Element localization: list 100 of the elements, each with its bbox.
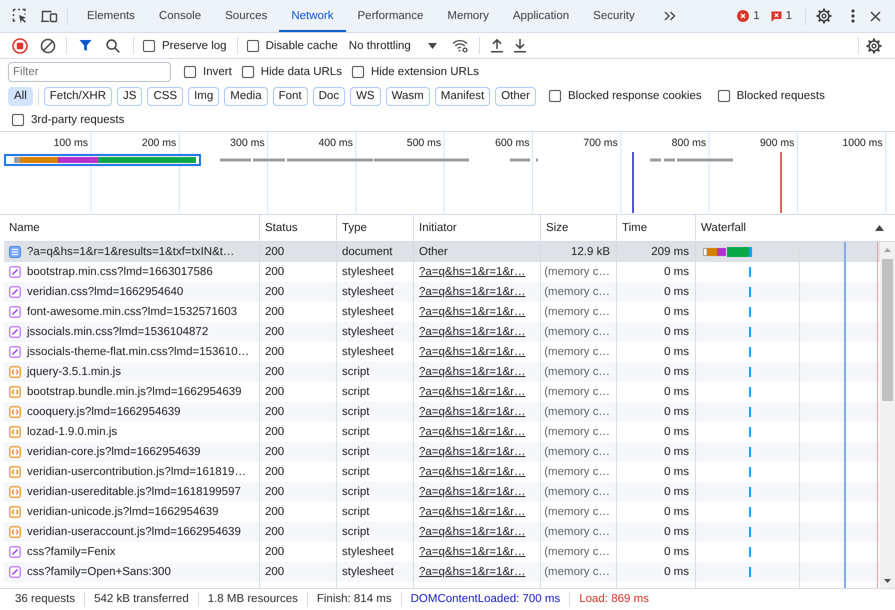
initiator-link[interactable]: ?a=q&hs=1&r=1&r… [419, 346, 526, 358]
request-row[interactable]: jquery-3.5.1.min.js 200 script ?a=q&hs=1&r=1&r… (memory c… 0 ms [4, 362, 880, 382]
column-header[interactable]: Size [546, 222, 568, 234]
settings-icon[interactable] [866, 38, 882, 54]
column-header[interactable]: Status [265, 222, 298, 234]
panel-tab[interactable]: Network [279, 0, 346, 32]
request-name[interactable]: veridian-useraccount.js?lmd=1662954639 [27, 526, 241, 538]
disable-cache-label[interactable]: Disable cache [266, 40, 338, 52]
request-row[interactable]: ?a=q&hs=1&r=1&results=1&txf=txIN&t… 200 document Other 12.9 kB 209 ms [4, 242, 880, 262]
panel-tab[interactable]: Console [146, 0, 214, 32]
filter-option-checkbox[interactable] [352, 66, 364, 78]
type-filter-chip[interactable]: JS [117, 86, 142, 106]
search-icon[interactable] [106, 38, 120, 52]
preserve-log-label[interactable]: Preserve log [162, 40, 227, 52]
column-header[interactable]: Initiator [419, 222, 457, 234]
scroll-down-icon[interactable] [884, 578, 891, 582]
request-name[interactable]: css?family=Open+Sans:300 [27, 566, 171, 578]
dashed-box-cursor-icon[interactable] [12, 8, 28, 24]
request-name[interactable]: cooquery.js?lmd=1662954639 [27, 406, 181, 418]
devices-icon[interactable] [40, 8, 58, 24]
request-row[interactable]: veridian-useraccount.js?lmd=1662954639 200 script ?a=q&hs=1&r=1&r… (memory c… 0 ms [4, 522, 880, 542]
column-header[interactable]: Name [9, 222, 40, 234]
initiator-link[interactable]: ?a=q&hs=1&r=1&r… [419, 526, 526, 538]
initiator-link[interactable]: ?a=q&hs=1&r=1&r… [419, 326, 526, 338]
type-filter-chip[interactable]: Fetch/XHR [44, 86, 112, 106]
request-name[interactable]: jssocials-theme-flat.min.css?lmd=153610… [27, 346, 250, 358]
request-row[interactable]: veridian-core.js?lmd=1662954639 200 script ?a=q&hs=1&r=1&r… (memory c… 0 ms [4, 442, 880, 462]
request-name[interactable]: lozad-1.9.0.min.js [27, 426, 118, 438]
column-header[interactable]: Waterfall [701, 222, 746, 234]
panel-tab[interactable]: Elements [75, 0, 147, 32]
request-option-label[interactable]: Blocked requests [736, 90, 825, 102]
request-name[interactable]: ?a=q&hs=1&r=1&results=1&txf=txIN&t… [27, 246, 234, 258]
initiator-link[interactable]: ?a=q&hs=1&r=1&r… [419, 266, 526, 278]
initiator-link[interactable]: ?a=q&hs=1&r=1&r… [419, 546, 526, 558]
filter-option-checkbox[interactable] [242, 66, 254, 78]
issue-count-button[interactable]: 1 [770, 10, 792, 22]
request-name[interactable]: jquery-3.5.1.min.js [27, 366, 121, 378]
type-filter-chip[interactable]: Other [495, 86, 536, 106]
request-row[interactable]: cooquery.js?lmd=1662954639 200 script ?a=q&hs=1&r=1&r… (memory c… 0 ms [4, 402, 880, 422]
type-filter-chip[interactable]: WS [350, 86, 381, 106]
settings-icon[interactable] [816, 8, 832, 24]
request-row[interactable]: veridian-usereditable.js?lmd=1618199597 200 script ?a=q&hs=1&r=1&r… (memory c… 0 ms [4, 482, 880, 502]
request-row[interactable]: veridian.css?lmd=1662954640 200 stylesheet ?a=q&hs=1&r=1&r… (memory c… 0 ms [4, 282, 880, 302]
type-filter-chip[interactable]: Wasm [386, 86, 430, 106]
type-filter-chip[interactable]: Manifest [434, 86, 490, 106]
filter-option-checkbox[interactable] [184, 66, 196, 78]
request-name[interactable]: veridian-usercontribution.js?lmd=161819… [27, 466, 246, 478]
request-name[interactable]: veridian-usereditable.js?lmd=1618199597 [27, 486, 241, 498]
download-icon[interactable] [512, 38, 527, 53]
request-option-label[interactable]: Blocked response cookies [568, 90, 702, 102]
request-name[interactable]: font-awesome.min.css?lmd=1532571603 [27, 306, 237, 318]
filter-option-label[interactable]: Invert [203, 66, 232, 78]
filter-input[interactable]: Filter [8, 62, 171, 82]
third-party-label[interactable]: 3rd-party requests [31, 114, 124, 126]
sort-ascending-icon[interactable] [875, 225, 884, 231]
column-header[interactable]: Time [622, 222, 648, 234]
throttling-dropdown[interactable]: No throttling [348, 40, 437, 52]
upload-icon[interactable] [490, 38, 504, 53]
type-filter-chip[interactable]: Font [272, 86, 308, 106]
filter-icon[interactable] [79, 39, 92, 52]
panel-tab[interactable]: Sources [213, 0, 280, 32]
request-name[interactable]: bootstrap.min.css?lmd=1663017586 [27, 266, 213, 278]
filter-option-label[interactable]: Hide data URLs [260, 66, 342, 78]
scrollbar-thumb[interactable] [882, 259, 893, 401]
filter-option-label[interactable]: Hide extension URLs [370, 66, 479, 78]
initiator-link[interactable]: ?a=q&hs=1&r=1&r… [419, 486, 526, 498]
request-name[interactable]: bootstrap.bundle.min.js?lmd=1662954639 [27, 386, 242, 398]
type-filter-chip[interactable]: Media [224, 86, 268, 106]
request-name[interactable]: jssocials.min.css?lmd=1536104872 [27, 326, 208, 338]
request-row[interactable]: jssocials.min.css?lmd=1536104872 200 stylesheet ?a=q&hs=1&r=1&r… (memory c… 0 ms [4, 322, 880, 342]
initiator-link[interactable]: ?a=q&hs=1&r=1&r… [419, 566, 526, 578]
initiator-link[interactable]: ?a=q&hs=1&r=1&r… [419, 466, 526, 478]
type-filter-chip[interactable]: CSS [147, 86, 184, 106]
request-name[interactable]: veridian-core.js?lmd=1662954639 [27, 446, 201, 458]
panel-tab[interactable]: Memory [435, 0, 501, 32]
type-filter-chip[interactable]: Img [188, 86, 220, 106]
initiator-link[interactable]: ?a=q&hs=1&r=1&r… [419, 286, 526, 298]
panel-tab[interactable]: Performance [346, 0, 436, 32]
third-party-checkbox[interactable] [12, 114, 24, 126]
preserve-log-checkbox[interactable] [143, 40, 155, 52]
clear-icon[interactable] [40, 38, 56, 54]
initiator-link[interactable]: ?a=q&hs=1&r=1&r… [419, 446, 526, 458]
type-filter-chip[interactable]: Doc [312, 86, 346, 106]
initiator-link[interactable]: ?a=q&hs=1&r=1&r… [419, 426, 526, 438]
selected-request-bar[interactable] [4, 154, 201, 166]
type-filter-chip[interactable]: All [8, 86, 33, 106]
initiator-link[interactable]: ?a=q&hs=1&r=1&r… [419, 406, 526, 418]
stop-recording-icon[interactable] [12, 38, 28, 54]
initiator-link[interactable]: ?a=q&hs=1&r=1&r… [419, 386, 526, 398]
wifi-gear-icon[interactable] [452, 38, 469, 52]
close-icon[interactable] [870, 10, 881, 22]
error-count-button[interactable]: 1 [737, 10, 760, 22]
chevron-double-right-icon[interactable] [664, 11, 676, 21]
request-name[interactable]: veridian.css?lmd=1662954640 [27, 286, 184, 298]
disable-cache-checkbox[interactable] [246, 40, 259, 52]
request-row[interactable]: css?family=Open+Sans:300 200 stylesheet ?a=q&hs=1&r=1&r… (memory c… 0 ms [4, 562, 880, 582]
more-icon[interactable] [851, 9, 855, 23]
initiator-link[interactable]: ?a=q&hs=1&r=1&r… [419, 306, 526, 318]
column-header[interactable]: Type [342, 222, 367, 234]
request-name[interactable]: veridian-unicode.js?lmd=1662954639 [27, 506, 218, 518]
